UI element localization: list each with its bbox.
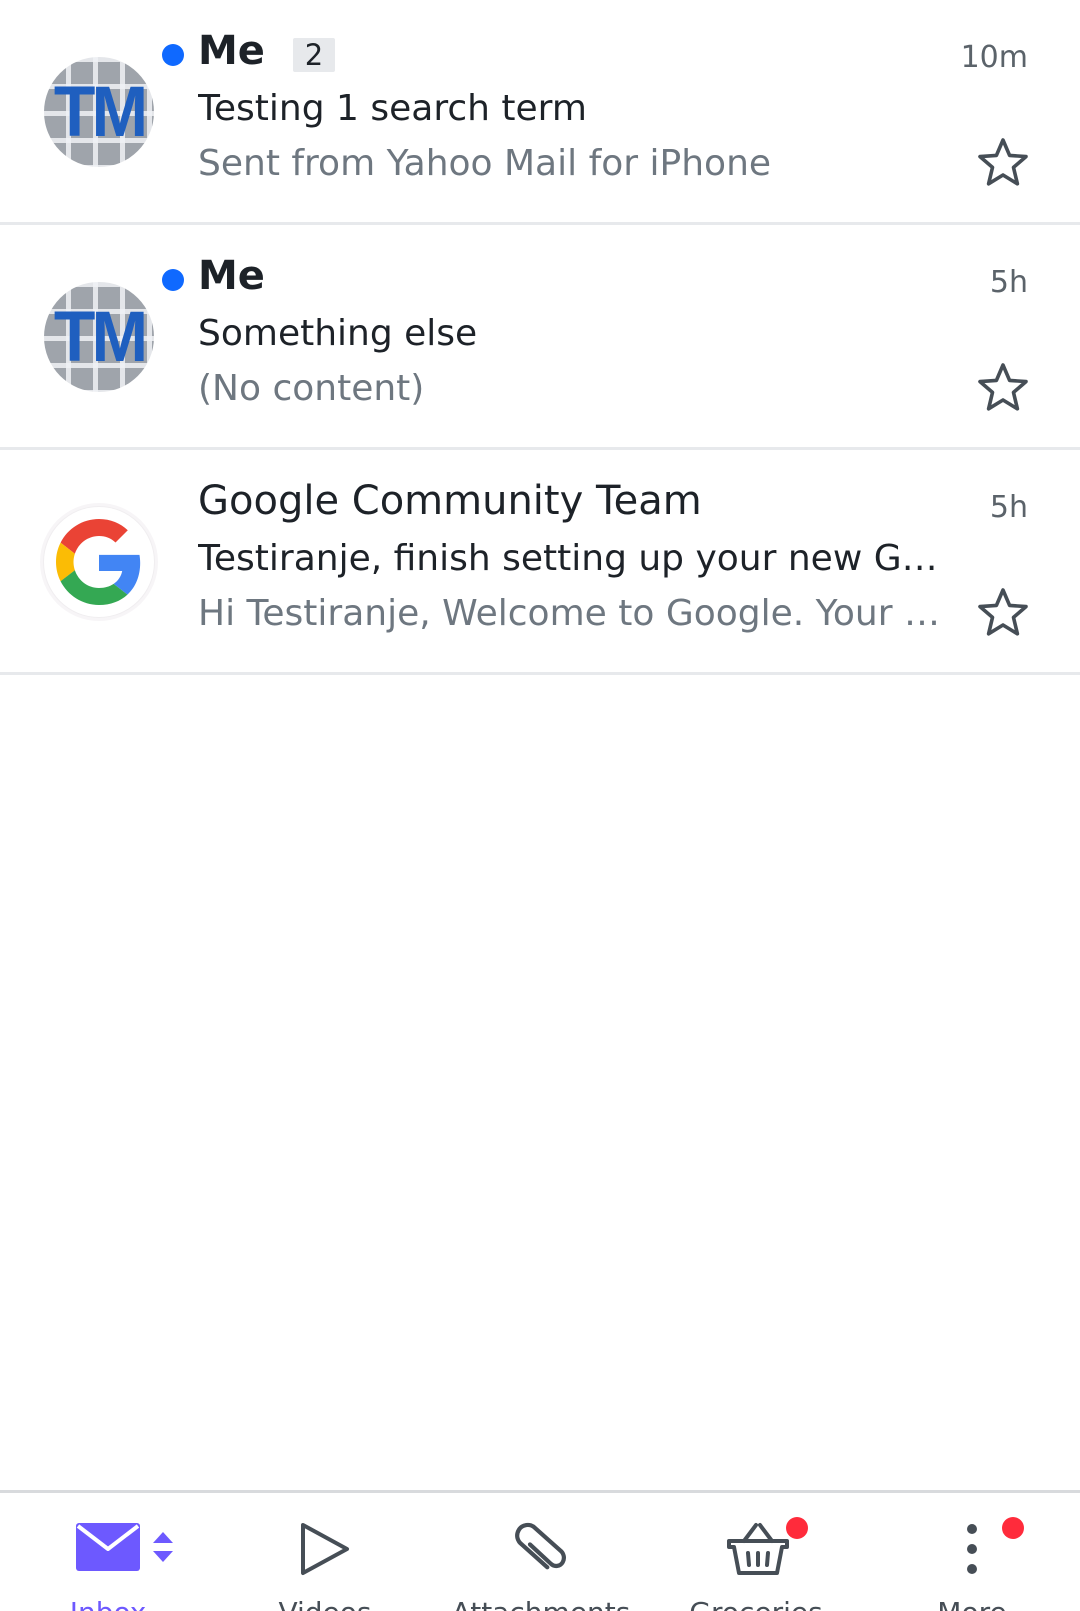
nav-label-groceries: Groceries	[656, 1595, 856, 1611]
play-icon	[301, 1523, 349, 1575]
message-row[interactable]: TM Me 5h Something else (No content)	[0, 225, 1080, 450]
sender-name: Google Community Team	[198, 478, 702, 524]
message-subject: Testing 1 search term	[198, 88, 587, 129]
notification-badge	[786, 1517, 808, 1539]
message-snippet: (No content)	[198, 368, 425, 409]
google-logo-icon	[56, 519, 141, 605]
avatar-initials: TM	[53, 72, 148, 152]
sender-avatar	[44, 507, 154, 617]
nav-label-more: More	[872, 1595, 1072, 1611]
star-icon[interactable]	[976, 136, 1030, 190]
nav-label-inbox: Inbox	[8, 1595, 208, 1611]
nav-item-videos[interactable]: Videos	[225, 1493, 425, 1611]
message-subject: Testiranje, finish setting up your new G…	[198, 538, 958, 579]
nav-label-attachments: Attachments	[441, 1595, 641, 1611]
notification-badge	[1002, 1517, 1024, 1539]
bottom-navigation-bar: Inbox Videos Attachments Groceries	[0, 1490, 1080, 1611]
more-vertical-icon	[967, 1524, 977, 1574]
nav-item-inbox[interactable]: Inbox	[8, 1493, 208, 1611]
nav-item-attachments[interactable]: Attachments	[441, 1493, 641, 1611]
nav-item-more[interactable]: More	[872, 1493, 1072, 1611]
thread-count-badge: 2	[293, 38, 335, 72]
sender-name: Me	[198, 28, 265, 74]
nav-label-videos: Videos	[225, 1595, 425, 1611]
sender-avatar: TM	[44, 282, 154, 392]
message-time: 10m	[960, 40, 1028, 75]
message-list: TM Me 2 10m Testing 1 search term Sent f…	[0, 0, 1080, 675]
unread-indicator	[162, 44, 184, 66]
mail-app: TM Me 2 10m Testing 1 search term Sent f…	[0, 0, 1080, 1611]
message-snippet: Hi Testiranje, Welcome to Google. Your n…	[198, 593, 946, 634]
paperclip-icon	[515, 1522, 566, 1570]
star-icon[interactable]	[976, 586, 1030, 640]
sender-avatar: TM	[44, 57, 154, 167]
mail-envelope-icon	[76, 1523, 140, 1571]
sender-name: Me	[198, 253, 265, 299]
basket-icon	[727, 1523, 789, 1575]
star-icon[interactable]	[976, 361, 1030, 415]
message-time: 5h	[989, 490, 1028, 525]
message-row[interactable]: Google Community Team 5h Testiranje, fin…	[0, 450, 1080, 675]
message-snippet: Sent from Yahoo Mail for iPhone	[198, 143, 772, 184]
message-row[interactable]: TM Me 2 10m Testing 1 search term Sent f…	[0, 0, 1080, 225]
unread-indicator	[162, 269, 184, 291]
avatar-initials: TM	[53, 297, 148, 377]
nav-item-groceries[interactable]: Groceries	[656, 1493, 856, 1611]
message-time: 5h	[989, 265, 1028, 300]
message-subject: Something else	[198, 313, 478, 354]
sort-toggle-icon[interactable]	[150, 1527, 176, 1567]
